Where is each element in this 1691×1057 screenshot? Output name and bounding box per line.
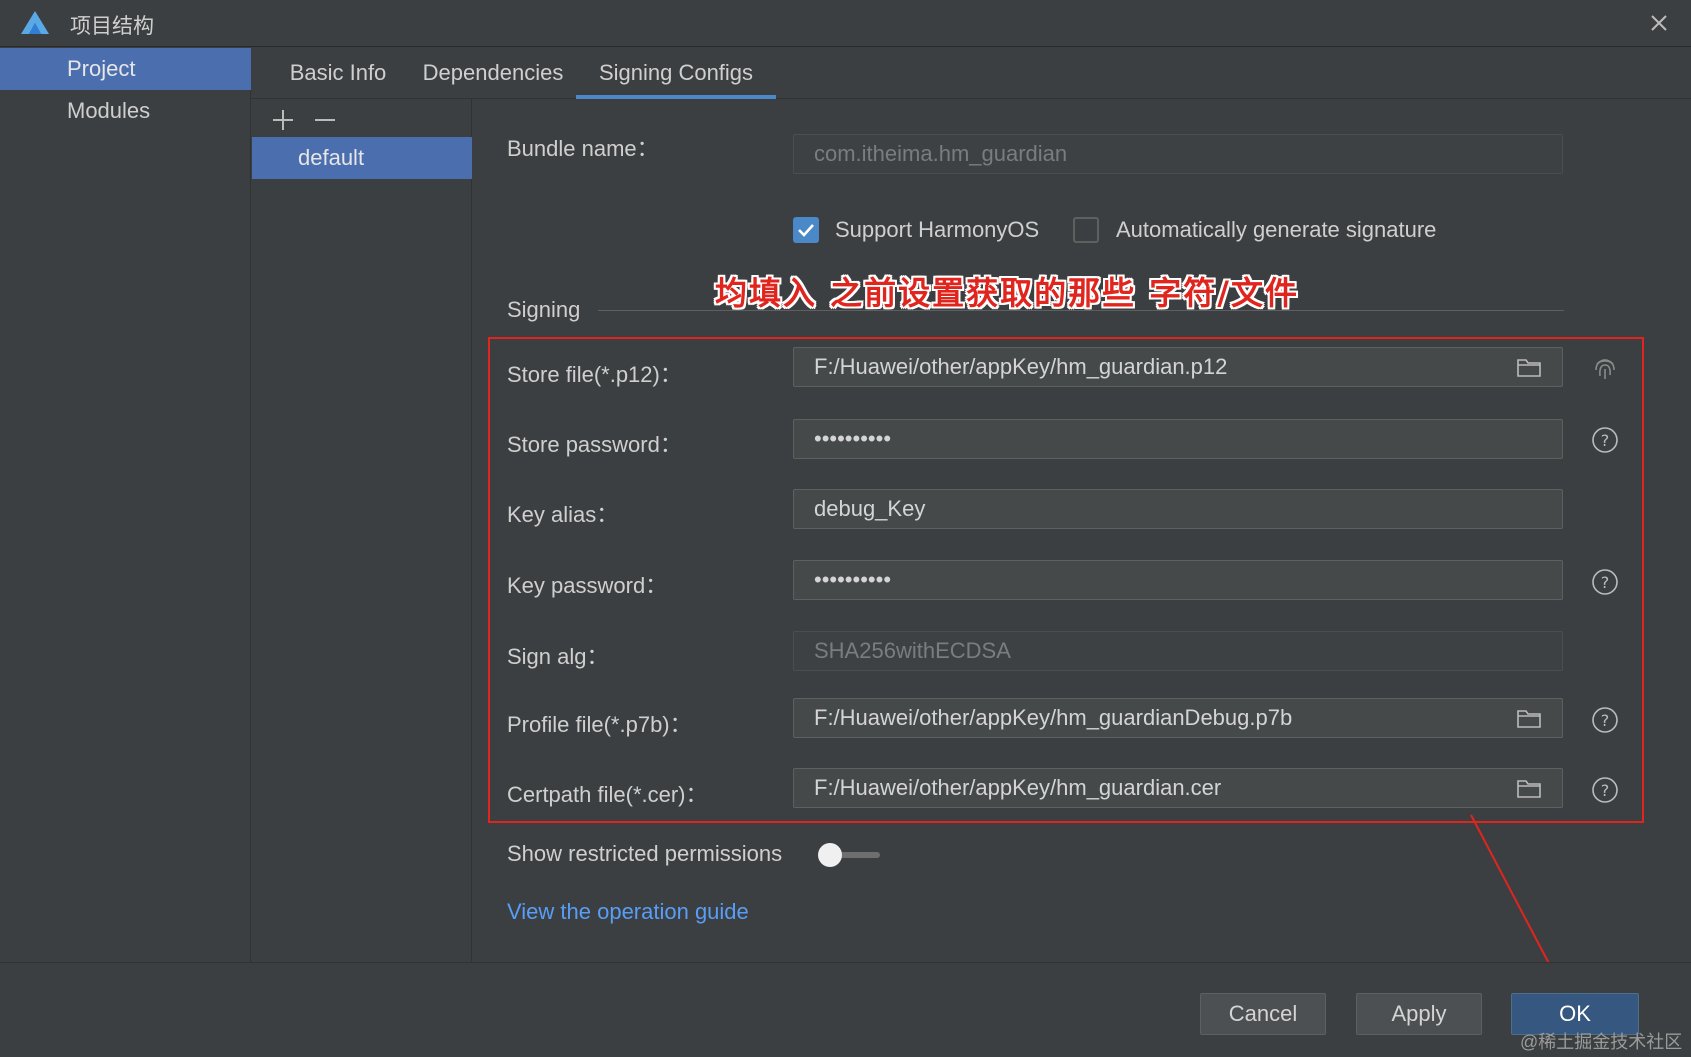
tab-dependencies[interactable]: Dependencies <box>413 47 573 99</box>
operation-guide-link[interactable]: View the operation guide <box>507 899 749 925</box>
support-harmonyos-checkbox[interactable] <box>793 217 819 243</box>
bundle-name-value: com.itheima.hm_guardian <box>814 141 1068 166</box>
auto-signature-label: Automatically generate signature <box>1116 217 1437 242</box>
signing-config-list: default <box>251 99 472 962</box>
window-title: 项目结构 <box>70 15 154 38</box>
annotation-signing-box <box>488 337 1644 823</box>
tab-bar: Basic Info Dependencies Signing Configs <box>251 47 1691 99</box>
auto-signature-checkbox[interactable] <box>1073 217 1099 243</box>
dialog-footer: Cancel Apply OK <box>0 962 1691 1057</box>
support-harmonyos-label: Support HarmonyOS <box>835 217 1040 242</box>
tab-signing-configs[interactable]: Signing Configs <box>576 47 776 99</box>
annotation-text: 均填入 之前设置获取的那些 字符/文件 <box>715 274 1299 312</box>
bundle-name-label: Bundle name： <box>507 136 659 161</box>
checkmark-icon <box>798 224 814 237</box>
watermark: @稀土掘金技术社区 <box>1520 1032 1683 1052</box>
plus-icon[interactable] <box>270 107 296 133</box>
show-restricted-label: Show restricted permissions <box>507 841 783 866</box>
show-restricted-toggle[interactable] <box>818 843 842 867</box>
config-item-default[interactable]: default <box>252 137 472 179</box>
sidebar-item-project[interactable]: Project <box>0 48 251 90</box>
sidebar: Project Modules <box>0 47 251 962</box>
signing-section-title: Signing <box>507 297 593 323</box>
minus-icon[interactable] <box>312 107 338 133</box>
cancel-button[interactable]: Cancel <box>1200 993 1326 1035</box>
apply-button[interactable]: Apply <box>1356 993 1482 1035</box>
title-bar: 项目结构 <box>0 0 1691 47</box>
harmony-deveco-logo-icon <box>20 10 50 36</box>
sidebar-item-modules[interactable]: Modules <box>0 90 251 132</box>
tab-basic-info[interactable]: Basic Info <box>273 47 403 99</box>
bundle-name-field: com.itheima.hm_guardian <box>793 134 1563 174</box>
close-icon[interactable] <box>1645 9 1673 37</box>
